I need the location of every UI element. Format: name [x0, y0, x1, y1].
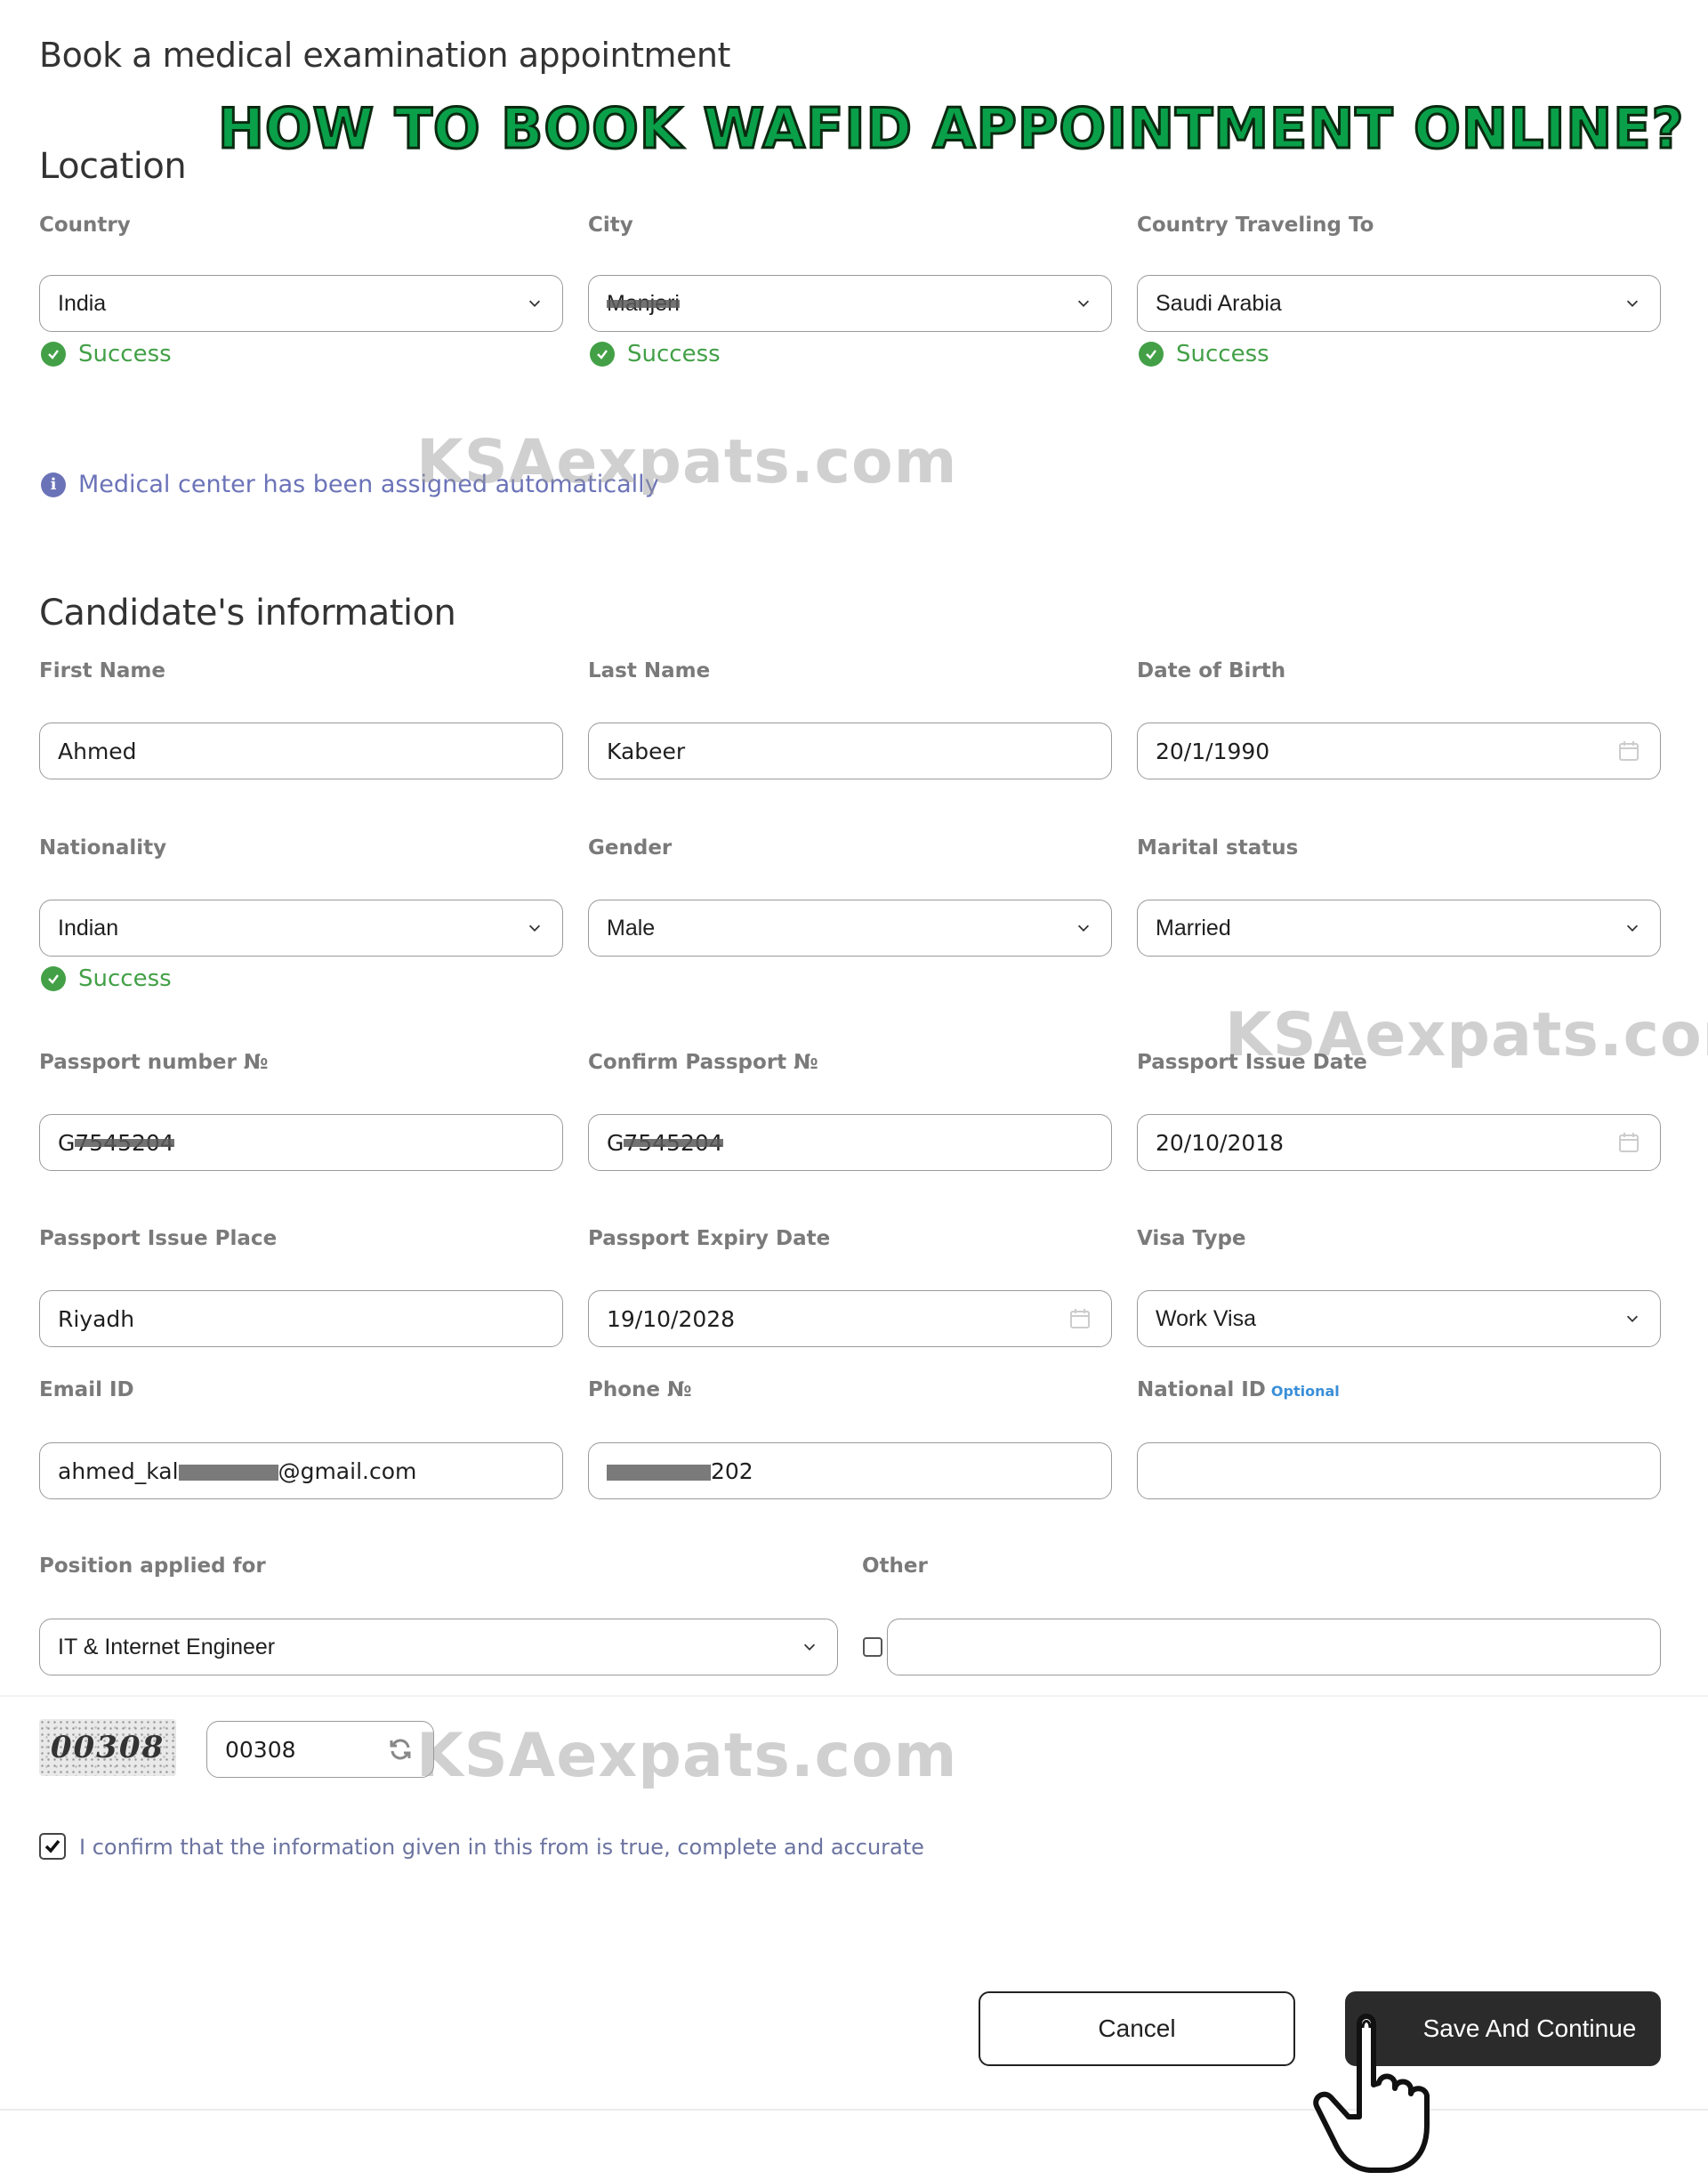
refresh-icon[interactable]: [387, 1736, 414, 1763]
watermark: KSAexpats.com: [416, 427, 958, 497]
gender-label: Gender: [588, 836, 673, 860]
issue-place-input[interactable]: Riyadh: [39, 1290, 563, 1347]
position-label: Position applied for: [39, 1554, 266, 1578]
email-label: Email ID: [39, 1378, 134, 1401]
phone-redaction: [607, 1464, 711, 1481]
other-checkbox[interactable]: [863, 1637, 882, 1657]
page-title: Book a medical examination appointment: [39, 36, 730, 75]
other-label: Other: [862, 1554, 928, 1578]
gender-select[interactable]: Male: [588, 900, 1112, 957]
hand-pointer-icon: [1313, 2014, 1430, 2173]
calendar-icon[interactable]: [1617, 739, 1640, 763]
confirm-text: I confirm that the information given in …: [79, 1835, 924, 1860]
calendar-icon[interactable]: [1068, 1307, 1092, 1330]
passport-input[interactable]: G7545204: [39, 1114, 563, 1171]
expiry-date-label: Passport Expiry Date: [588, 1227, 831, 1250]
nationality-select[interactable]: Indian: [39, 900, 563, 957]
check-circle-icon: [590, 342, 615, 367]
dob-label: Date of Birth: [1137, 659, 1286, 682]
confirm-checkbox[interactable]: [39, 1833, 66, 1860]
traveling-to-label: Country Traveling To: [1137, 214, 1374, 237]
section-divider: [0, 1695, 1708, 1697]
city-value: Manjeri: [607, 290, 680, 316]
cancel-button[interactable]: Cancel: [979, 1991, 1295, 2066]
bottom-divider: [0, 2109, 1708, 2111]
checkmark-icon: [44, 1839, 60, 1853]
calendar-icon[interactable]: [1617, 1131, 1640, 1154]
city-select[interactable]: Manjeri: [588, 275, 1112, 332]
traveling-to-success: Success: [1139, 341, 1269, 367]
marital-label: Marital status: [1137, 836, 1299, 860]
city-label: City: [588, 214, 633, 237]
issue-date-input[interactable]: 20/10/2018: [1137, 1114, 1661, 1171]
candidate-heading: Candidate's information: [39, 593, 456, 634]
chevron-down-icon: [1626, 1315, 1639, 1322]
country-label: Country: [39, 214, 131, 237]
first-name-input[interactable]: Ahmed: [39, 723, 563, 779]
country-value: India: [58, 290, 107, 316]
national-id-input[interactable]: [1137, 1442, 1661, 1499]
email-input[interactable]: ahmed_kal @gmail.com: [39, 1442, 563, 1499]
watermark: KSAexpats.com: [416, 1721, 958, 1791]
check-circle-icon: [1139, 342, 1164, 367]
visa-type-label: Visa Type: [1137, 1227, 1246, 1250]
phone-input[interactable]: 202: [588, 1442, 1112, 1499]
confirm-passport-label: Confirm Passport №: [588, 1051, 818, 1074]
last-name-input[interactable]: Kabeer: [588, 723, 1112, 779]
info-icon: i: [41, 472, 66, 497]
location-heading: Location: [39, 146, 187, 187]
country-select[interactable]: India: [39, 275, 563, 332]
email-redaction: [178, 1464, 278, 1481]
chevron-down-icon: [528, 924, 541, 932]
captcha-image: 00308: [39, 1719, 176, 1776]
chevron-down-icon: [1626, 924, 1639, 932]
confirm-passport-masked: 7545204: [624, 1129, 724, 1156]
chevron-down-icon: [1077, 924, 1090, 932]
other-input[interactable]: [887, 1619, 1661, 1675]
passport-label: Passport number №: [39, 1051, 269, 1074]
chevron-down-icon: [528, 300, 541, 307]
chevron-down-icon: [1626, 300, 1639, 307]
captcha-input[interactable]: 00308: [206, 1721, 434, 1778]
issue-date-label: Passport Issue Date: [1137, 1051, 1367, 1074]
chevron-down-icon: [803, 1643, 816, 1651]
confirm-passport-input[interactable]: G7545204: [588, 1114, 1112, 1171]
visa-type-select[interactable]: Work Visa: [1137, 1290, 1661, 1347]
position-select[interactable]: IT & Internet Engineer: [39, 1619, 838, 1675]
expiry-date-input[interactable]: 19/10/2028: [588, 1290, 1112, 1347]
optional-tag: Optional: [1270, 1383, 1340, 1400]
nationality-success: Success: [41, 965, 172, 992]
tutorial-banner: HOW TO BOOK WAFID APPOINTMENT ONLINE?: [217, 95, 1686, 163]
city-success: Success: [590, 341, 721, 367]
dob-input[interactable]: 20/1/1990: [1137, 723, 1661, 779]
passport-masked: 7545204: [75, 1129, 175, 1156]
issue-place-label: Passport Issue Place: [39, 1227, 278, 1250]
country-success: Success: [41, 341, 172, 367]
traveling-to-value: Saudi Arabia: [1156, 290, 1282, 316]
check-circle-icon: [41, 342, 66, 367]
first-name-label: First Name: [39, 659, 165, 682]
phone-label: Phone №: [588, 1378, 692, 1401]
national-id-label: National ID Optional: [1137, 1378, 1340, 1401]
last-name-label: Last Name: [588, 659, 711, 682]
traveling-to-select[interactable]: Saudi Arabia: [1137, 275, 1661, 332]
check-circle-icon: [41, 966, 66, 991]
nationality-label: Nationality: [39, 836, 167, 860]
marital-select[interactable]: Married: [1137, 900, 1661, 957]
chevron-down-icon: [1077, 300, 1090, 307]
